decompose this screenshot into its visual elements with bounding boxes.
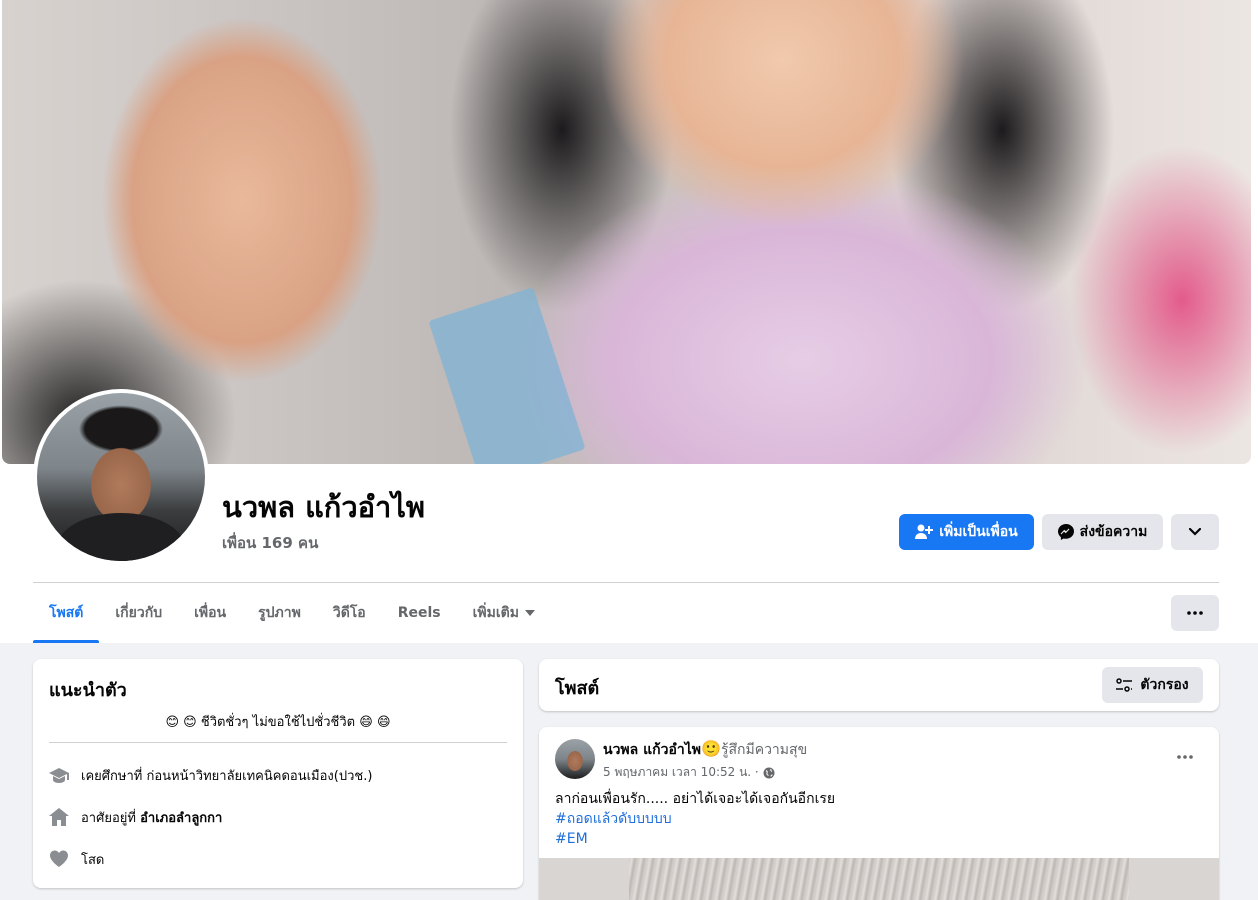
- globe-icon: [763, 767, 775, 778]
- tab-label: Reels: [397, 605, 441, 621]
- message-button[interactable]: ส่งข้อความ: [1042, 514, 1163, 550]
- post-meta: นวพล แก้วอำไพ🙂รู้สึกมีความสุข 5 พฤษภาคม …: [603, 739, 807, 782]
- add-friend-label: เพิ่มเป็นเพื่อน: [939, 524, 1018, 540]
- tab-label: วิดีโอ: [332, 605, 366, 621]
- cover-photo[interactable]: [2, 0, 1251, 464]
- tab-videos[interactable]: วิดีโอ: [317, 583, 382, 643]
- intro-lives-in: อาศัยอยู่ที่ อำเภอลำลูกกา: [49, 805, 507, 829]
- lives-prefix: อาศัยอยู่ที่: [81, 810, 136, 826]
- tab-posts[interactable]: โพสต์: [33, 583, 100, 643]
- filter-button[interactable]: ตัวกรอง: [1102, 667, 1203, 703]
- post-text: ลาก่อนเพื่อนรัก..... อย่าได้เจอะได้เจอกั…: [555, 789, 835, 849]
- intro-bio: 😊 😊 ชีวิตชั่วๆ ไม่ขอใช้ไปชั่วชีวิต 😄 😄: [165, 715, 391, 730]
- filter-icon: [1116, 678, 1133, 692]
- tab-label: เกี่ยวกับ: [115, 605, 163, 621]
- posts-header-card: โพสต์ ตัวกรอง: [539, 659, 1219, 711]
- add-friend-button[interactable]: เพิ่มเป็นเพื่อน: [899, 514, 1034, 550]
- heart-icon: [50, 850, 68, 867]
- messenger-icon: [1057, 524, 1074, 540]
- tabs-more-button[interactable]: [1171, 595, 1219, 631]
- chevron-down-icon: [1189, 528, 1201, 536]
- more-options-button[interactable]: [1171, 514, 1219, 550]
- post-feeling: รู้สึกมีความสุข: [720, 742, 808, 758]
- tab-friends[interactable]: เพื่อน: [178, 583, 242, 643]
- post-author[interactable]: นวพล แก้วอำไพ: [603, 742, 701, 758]
- relationship-status: โสด: [81, 852, 105, 868]
- hashtag-link[interactable]: #ถอดแล้วดับบบบบ: [555, 809, 835, 829]
- post-options-button[interactable]: [1167, 745, 1203, 769]
- intro-card: แนะนำตัว 😊 😊 ชีวิตชั่วๆ ไม่ขอใช้ไปชั่วชี…: [33, 659, 523, 888]
- post-body: ลาก่อนเพื่อนรัก..... อย่าได้เจอะได้เจอกั…: [555, 791, 836, 807]
- tab-label: เพื่อน: [194, 605, 227, 621]
- intro-relationship: โสด: [49, 847, 507, 871]
- intro-education: เคยศึกษาที่ ก่อนหน้าวิทยาลัยเทคนิคดอนเมื…: [49, 763, 507, 787]
- education-prefix: เคยศึกษาที่: [81, 768, 143, 784]
- tab-about[interactable]: เกี่ยวกับ: [99, 583, 178, 643]
- caret-down-icon: [524, 610, 535, 616]
- filter-label: ตัวกรอง: [1140, 677, 1189, 693]
- feeling-emoji: 🙂: [701, 739, 721, 758]
- home-icon: [49, 808, 69, 826]
- ellipsis-icon: [1187, 611, 1203, 615]
- tab-reels[interactable]: Reels: [382, 583, 457, 643]
- profile-name: นวพล แก้วอำไพ: [222, 490, 426, 524]
- tab-label: โพสต์: [49, 605, 84, 621]
- friend-count[interactable]: เพื่อน 169 คน: [222, 531, 318, 555]
- post-author-avatar[interactable]: [555, 739, 595, 779]
- post-card: นวพล แก้วอำไพ🙂รู้สึกมีความสุข 5 พฤษภาคม …: [539, 727, 1219, 900]
- graduation-cap-icon: [49, 768, 69, 783]
- posts-title: โพสต์: [555, 678, 600, 699]
- post-image[interactable]: [539, 858, 1219, 900]
- post-timestamp[interactable]: 5 พฤษภาคม เวลา 10:52 น. ·: [603, 763, 759, 782]
- hashtag-link[interactable]: #EM: [555, 829, 835, 849]
- profile-tabs: โพสต์ เกี่ยวกับ เพื่อน รูปภาพ วิดีโอ Ree…: [33, 583, 551, 643]
- tab-photos[interactable]: รูปภาพ: [242, 583, 317, 643]
- profile-picture[interactable]: [37, 393, 205, 561]
- ellipsis-icon: [1177, 755, 1193, 759]
- education-value[interactable]: ก่อนหน้าวิทยาลัยเทคนิคดอนเมือง(ปวช.): [146, 769, 372, 784]
- add-friend-icon: [915, 524, 934, 539]
- intro-title: แนะนำตัว: [49, 680, 127, 701]
- lives-value[interactable]: อำเภอลำลูกกา: [140, 811, 222, 826]
- intro-divider: [49, 742, 507, 743]
- tab-label: เพิ่มเติม: [472, 605, 519, 621]
- tab-more[interactable]: เพิ่มเติม: [457, 583, 551, 643]
- message-label: ส่งข้อความ: [1079, 524, 1148, 540]
- tab-label: รูปภาพ: [258, 605, 301, 621]
